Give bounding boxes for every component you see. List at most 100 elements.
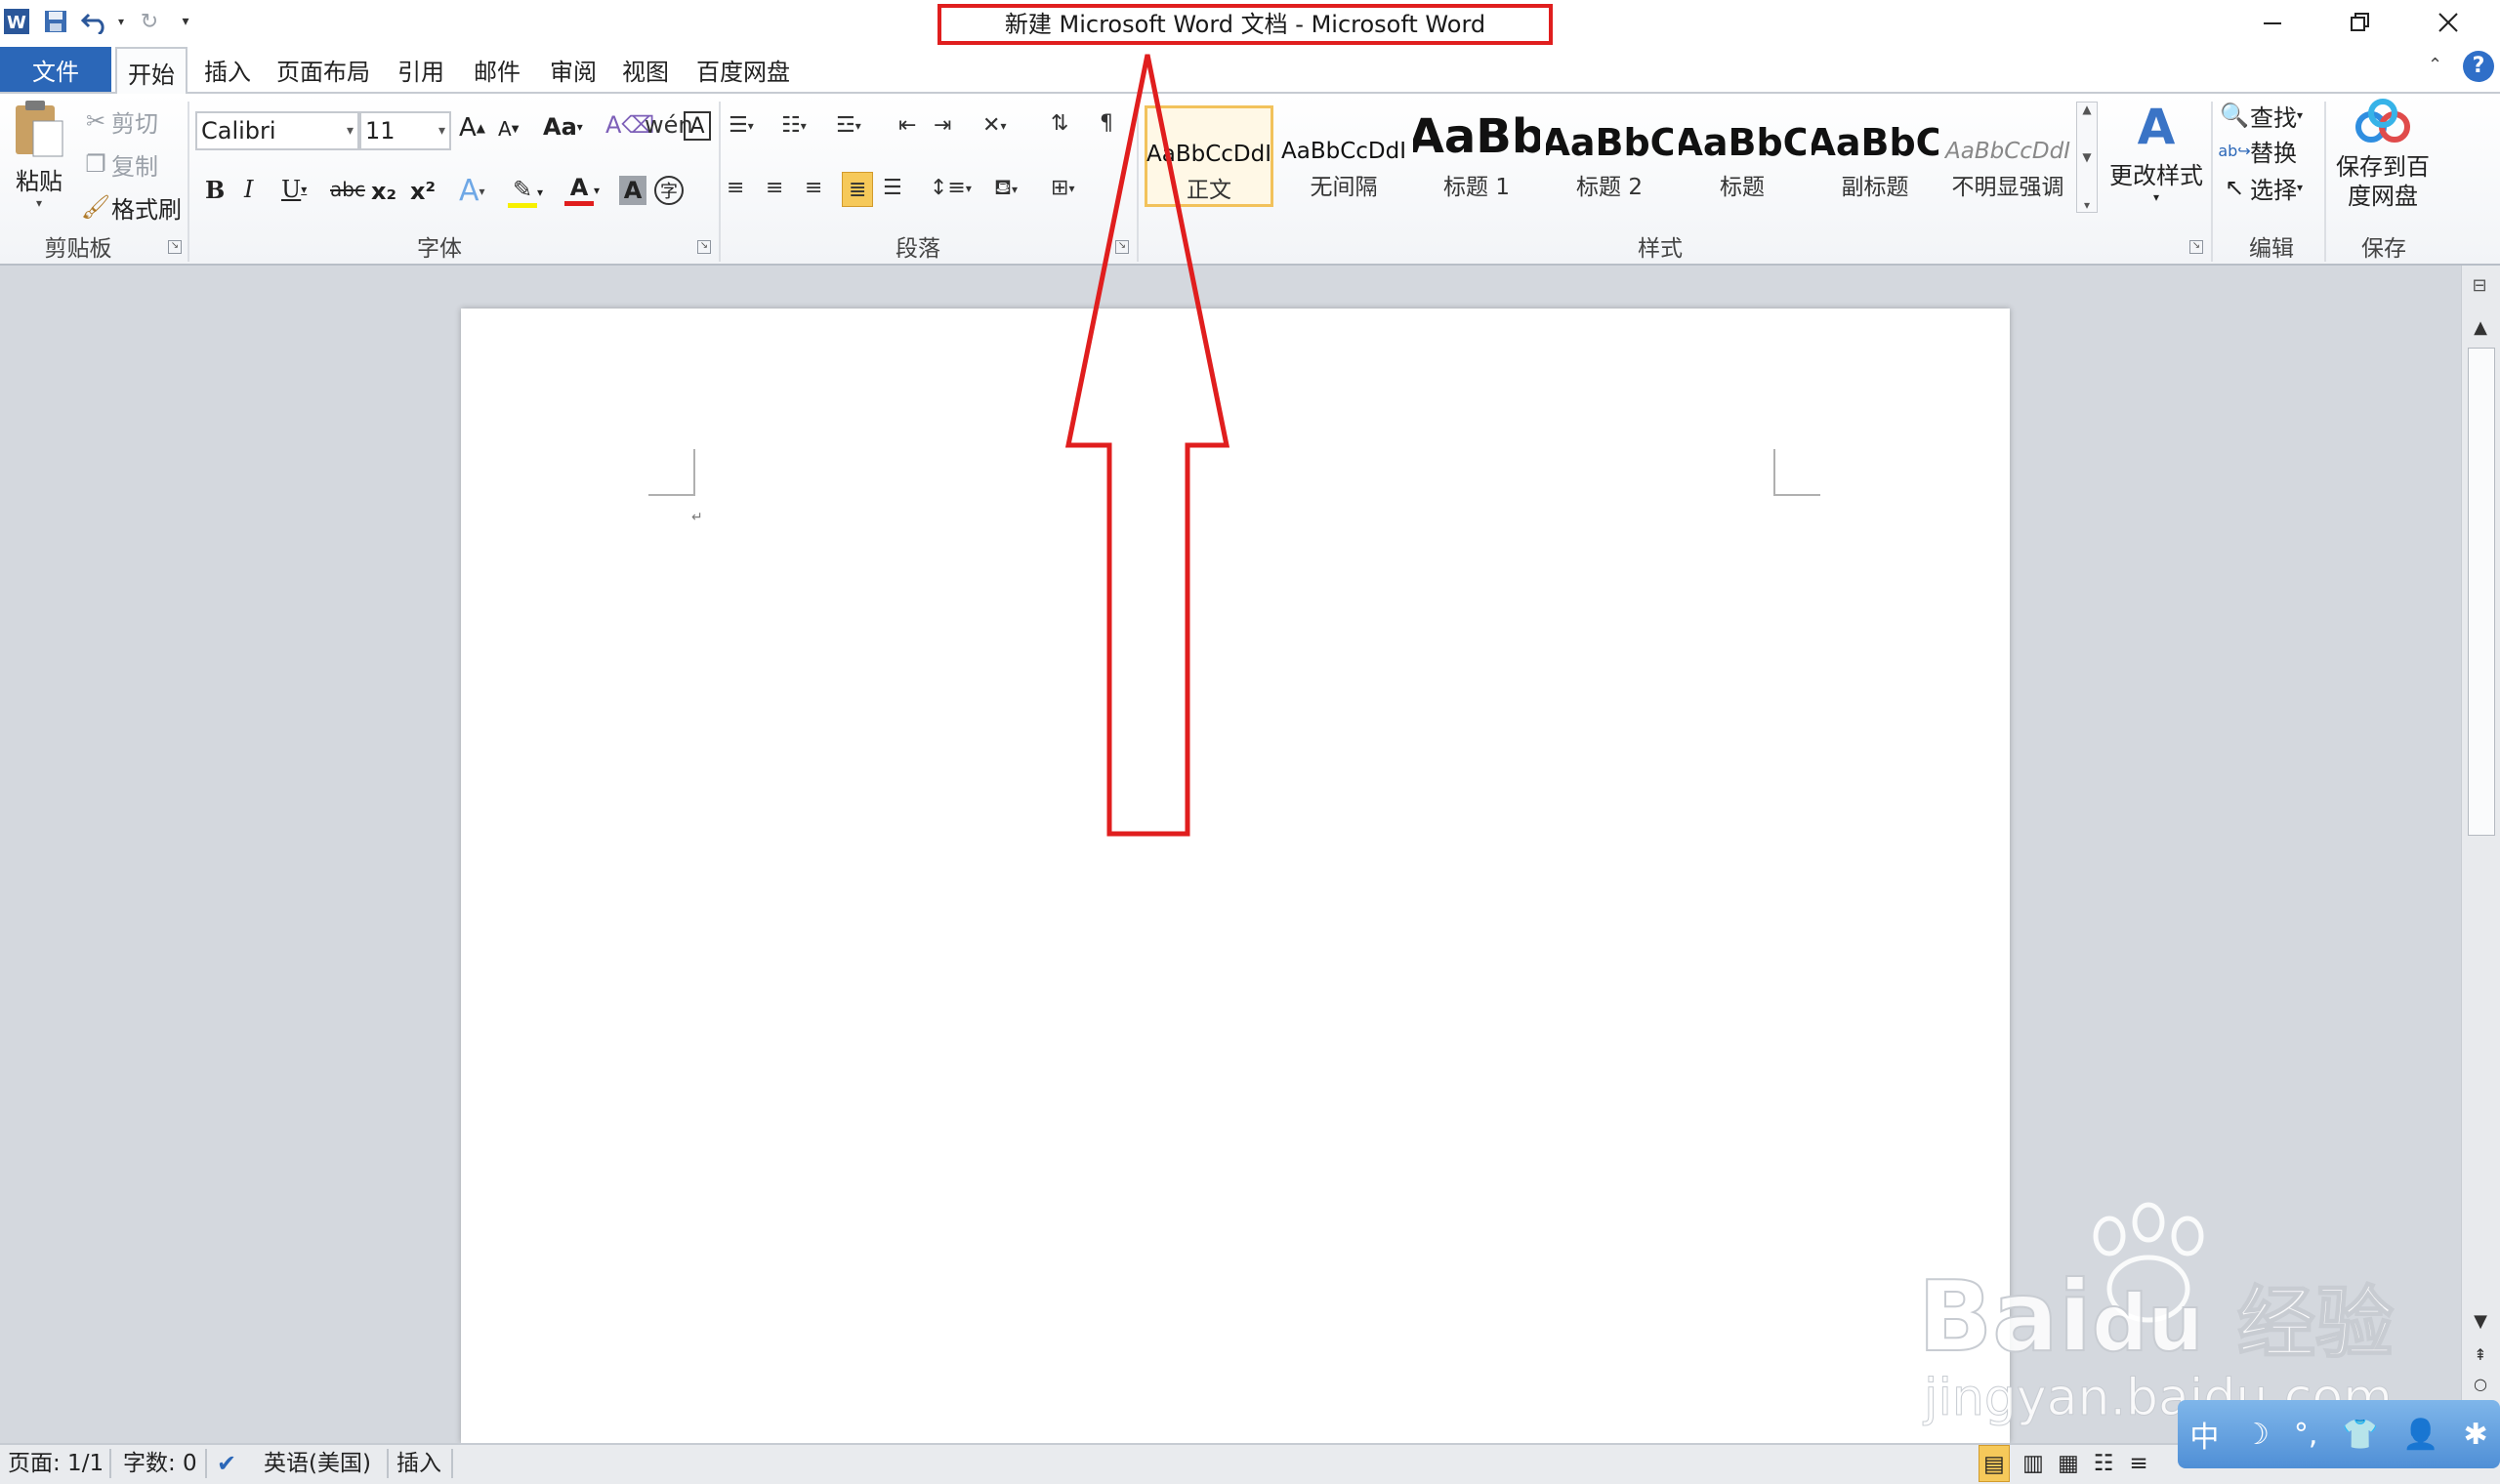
style-subtle-emphasis[interactable]: AaBbCcDdI 不明显强调 xyxy=(1943,105,2072,207)
tools-icon[interactable]: ✱ xyxy=(2463,1418,2487,1452)
style-heading-1[interactable]: AaBb 标题 1 xyxy=(1412,105,1541,207)
shirt-icon[interactable]: 👕 xyxy=(2342,1418,2378,1452)
editing-group-label: 编辑 xyxy=(2249,236,2294,262)
multilevel-list-button[interactable]: ☲ ▾ xyxy=(836,113,861,138)
status-page[interactable]: 页面: 1/1 xyxy=(8,1445,104,1482)
tab-view[interactable]: 视图 xyxy=(611,47,680,92)
tab-insert[interactable]: 插入 xyxy=(191,47,264,92)
undo-icon[interactable] xyxy=(78,3,113,40)
scrollbar-thumb[interactable] xyxy=(2468,348,2495,836)
decrease-indent-button[interactable]: ⇤ xyxy=(898,113,916,138)
align-left-button[interactable]: ≡ xyxy=(727,176,744,200)
close-icon[interactable] xyxy=(2404,0,2492,45)
increase-indent-button[interactable]: ⇥ xyxy=(934,113,951,138)
enclose-characters-icon: 字 xyxy=(654,176,684,205)
chevron-up-icon[interactable]: ▲ xyxy=(2082,103,2091,116)
outline-view-icon[interactable]: ☷ xyxy=(2088,1445,2119,1482)
user-icon[interactable]: 👤 xyxy=(2402,1418,2438,1452)
bold-button[interactable]: B xyxy=(205,176,225,204)
paste-button[interactable]: 粘贴 ▾ xyxy=(10,98,68,215)
ime-toolbar[interactable]: 中 ☽ °, 👕 👤 ✱ xyxy=(2178,1400,2500,1468)
shrink-font-button[interactable]: A ▼ xyxy=(498,117,519,141)
font-launcher-icon[interactable]: ↘ xyxy=(697,240,711,254)
enclose-characters-button[interactable]: 字 xyxy=(654,176,684,205)
tab-baidu-netdisk[interactable]: 百度网盘 xyxy=(688,47,799,92)
character-border-button[interactable]: A xyxy=(684,111,711,141)
chinese-layout-button[interactable]: ✕ ▾ xyxy=(982,113,1006,138)
grow-font-button[interactable]: A ▲ xyxy=(459,113,485,143)
undo-dropdown-icon[interactable]: ▾ xyxy=(113,3,129,40)
justify-button[interactable]: ≣ xyxy=(842,172,874,207)
cut-button[interactable]: ✂ 剪切 xyxy=(80,103,158,139)
ruler-toggle-icon[interactable]: ⊟ xyxy=(2465,275,2494,305)
redo-icon[interactable]: ↻ xyxy=(133,3,166,40)
status-word-count[interactable]: 字数: 0 xyxy=(123,1445,197,1482)
strikethrough-button[interactable]: abc xyxy=(330,178,365,201)
select-button[interactable]: ↖ 选择 ▾ xyxy=(2219,170,2303,205)
word-logo-icon[interactable]: W xyxy=(2,3,31,40)
change-case-button[interactable]: Aa ▾ xyxy=(543,113,583,141)
select-browse-object-icon[interactable]: ○ xyxy=(2461,1369,2500,1398)
style-no-spacing[interactable]: AaBbCcDdI 无间隔 xyxy=(1279,105,1408,207)
highlight-button[interactable]: ✎ ▾ xyxy=(508,176,543,208)
web-layout-view-icon[interactable]: ▦ xyxy=(2053,1445,2084,1482)
tab-file[interactable]: 文件 xyxy=(0,47,111,92)
style-subtitle[interactable]: AaBbC 副标题 xyxy=(1811,105,1939,207)
paste-dropdown-icon[interactable]: ▾ xyxy=(36,196,42,210)
minimize-icon[interactable] xyxy=(2229,0,2316,45)
style-heading-2[interactable]: AaBbC 标题 2 xyxy=(1545,105,1674,207)
align-right-button[interactable]: ≡ xyxy=(805,176,822,200)
moon-icon[interactable]: ☽ xyxy=(2243,1418,2270,1452)
subscript-button[interactable]: x₂ xyxy=(371,178,396,205)
underline-button[interactable]: U ▾ xyxy=(281,176,307,203)
status-language[interactable]: 英语(美国) xyxy=(264,1445,371,1482)
previous-page-icon[interactable]: ⇞ xyxy=(2461,1340,2500,1369)
help-icon[interactable]: ? xyxy=(2463,51,2494,82)
print-layout-view-icon[interactable]: ▤ xyxy=(1979,1445,2010,1482)
styles-launcher-icon[interactable]: ↘ xyxy=(2189,240,2203,254)
save-to-baidu-button[interactable]: 保存到百度网盘 xyxy=(2330,98,2436,225)
ime-language[interactable]: 中 xyxy=(2189,1413,2219,1456)
align-center-button[interactable]: ≡ xyxy=(766,176,783,200)
status-insert-mode[interactable]: 插入 xyxy=(396,1445,441,1482)
proofing-icon[interactable]: ✔ xyxy=(217,1445,252,1482)
bullets-button[interactable]: ☰ ▾ xyxy=(729,113,754,138)
clipboard-launcher-icon[interactable]: ↘ xyxy=(168,240,182,254)
style-title[interactable]: AaBbC 标题 xyxy=(1678,105,1807,207)
character-shading-button[interactable]: A xyxy=(619,176,646,205)
font-name-combo[interactable]: Calibri ▾ xyxy=(195,111,359,150)
save-icon[interactable] xyxy=(39,3,72,40)
draft-view-icon[interactable]: ≡ xyxy=(2123,1445,2154,1482)
chevron-down-icon[interactable]: ▼ xyxy=(2082,150,2091,164)
gallery-more-icon[interactable]: ▾ xyxy=(2084,198,2090,212)
scroll-down-icon[interactable]: ▼ xyxy=(2461,1306,2500,1336)
text-effects-button[interactable]: A ▾ xyxy=(459,174,485,208)
change-styles-button[interactable]: A 更改样式 ▾ xyxy=(2107,98,2205,219)
replace-button[interactable]: ab↪ 替换 xyxy=(2218,133,2297,168)
tab-home[interactable]: 开始 xyxy=(115,47,188,96)
font-color-button[interactable]: A ▾ xyxy=(564,174,600,206)
shading-button[interactable]: ⛾ ▾ xyxy=(994,176,1018,203)
numbering-button[interactable]: ☷ ▾ xyxy=(781,113,807,138)
scroll-up-icon[interactable]: ▲ xyxy=(2461,312,2500,342)
find-button[interactable]: 🔍 查找 ▾ xyxy=(2219,98,2303,133)
baidu-netdisk-icon xyxy=(2355,99,2410,143)
italic-button[interactable]: I xyxy=(244,176,253,203)
tab-review[interactable]: 审阅 xyxy=(539,47,607,92)
superscript-button[interactable]: x² xyxy=(410,178,436,205)
styles-gallery-scroll[interactable]: ▲ ▼ ▾ xyxy=(2076,102,2098,213)
collapse-ribbon-icon[interactable]: ⌃ xyxy=(2428,55,2442,75)
full-screen-reading-icon[interactable]: ▥ xyxy=(2018,1445,2049,1482)
restore-icon[interactable] xyxy=(2316,0,2404,45)
font-size-combo[interactable]: 11 ▾ xyxy=(359,111,451,150)
tab-mailings[interactable]: 邮件 xyxy=(463,47,531,92)
svg-text:W: W xyxy=(7,13,26,33)
punctuation-icon[interactable]: °, xyxy=(2294,1418,2318,1452)
copy-button[interactable]: ❐ 复制 xyxy=(80,146,158,182)
tab-page-layout[interactable]: 页面布局 xyxy=(270,47,377,92)
format-painter-button[interactable]: 🖌 格式刷 xyxy=(80,189,182,225)
customize-qat-icon[interactable]: ▾ xyxy=(174,3,197,40)
line-spacing-button[interactable]: ↕≡ ▾ xyxy=(930,176,972,200)
tab-references[interactable]: 引用 xyxy=(387,47,455,92)
distributed-button[interactable]: ☰ xyxy=(883,176,902,200)
